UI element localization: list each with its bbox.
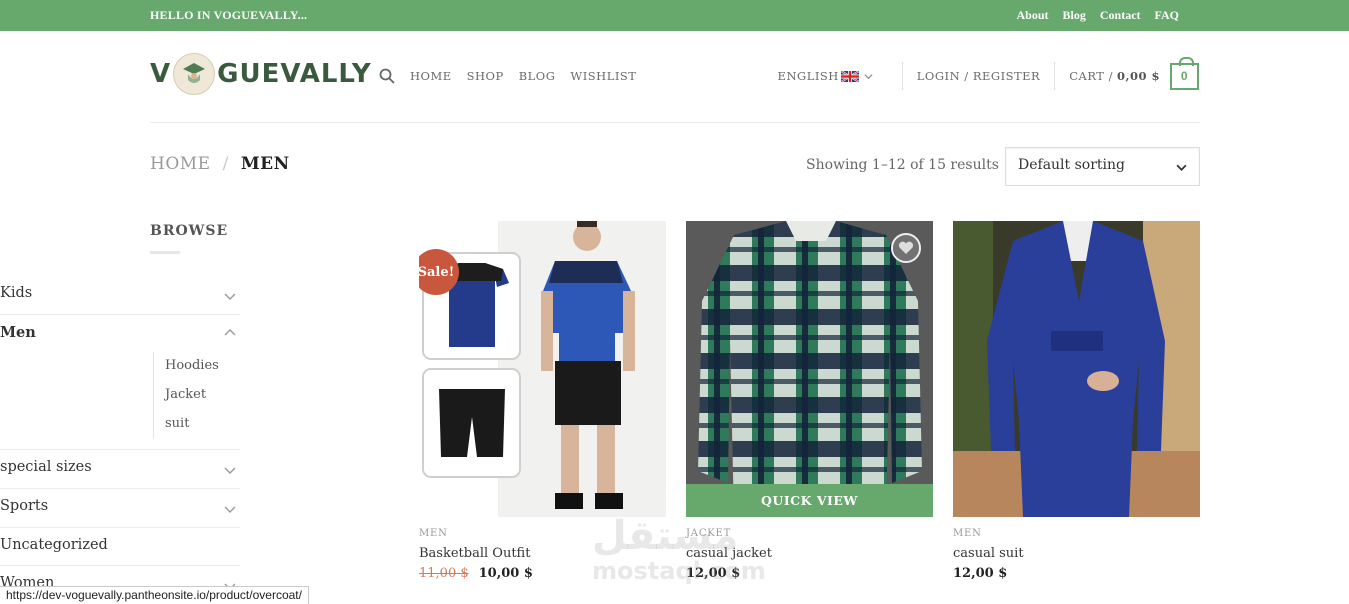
category-sidebar: BROWSE [150,223,390,254]
product-sale-price: 12,00 $ [686,566,741,581]
sorting-select[interactable]: Default sorting [1005,147,1200,186]
top-link-contact[interactable]: Contact [1100,8,1141,23]
product-category[interactable]: MEN [953,528,982,539]
sidebar-subitem-hoodies[interactable]: Hoodies [150,358,219,373]
product-photo [953,221,1200,517]
top-link-about[interactable]: About [1017,8,1049,23]
sidebar-item-kids[interactable]: Kids [0,285,240,301]
product-card [953,221,1200,517]
cart-label: CART / [1069,69,1113,83]
product-image-casual-jacket[interactable]: QUICK VIEW [686,221,933,517]
top-link-faq[interactable]: FAQ [1155,8,1179,23]
logo-text-left: V [150,59,172,89]
sidebar-item-sports[interactable]: Sports [0,488,240,514]
chevron-up-icon[interactable] [224,327,236,339]
chevron-down-icon [864,73,873,79]
product-sale-price: 10,00 $ [478,566,533,581]
product-price: 12,00 $ [686,566,740,581]
chevron-down-icon[interactable] [224,503,236,515]
breadcrumb: HOME / MEN [150,154,290,174]
product-sale-price: 12,00 $ [953,566,1008,581]
top-links: About Blog Contact FAQ [1017,8,1179,23]
sidebar-subitem-suit[interactable]: suit [150,416,189,431]
uk-flag-icon [840,70,859,82]
logo-emblem-icon [173,53,216,95]
sidebar-subitem-jacket[interactable]: Jacket [150,387,206,402]
sidebar-title-underline [150,251,180,254]
breadcrumb-current: MEN [240,154,290,174]
product-photo [686,221,933,517]
sidebar-item-uncategorized[interactable]: Uncategorized [0,527,240,553]
nav-blog[interactable]: BLOG [519,69,556,83]
login-register-link[interactable]: LOGIN / REGISTER [917,69,1040,83]
cart-bag-icon: 0 [1170,56,1199,90]
results-count: Showing 1–12 of 15 results [806,157,999,173]
breadcrumb-separator: / [222,154,229,174]
product-price: 12,00 $ [953,566,1007,581]
category-label: Sports [0,498,49,514]
product-name[interactable]: Basketball Outfit [419,546,530,561]
product-old-price: 11,00 $ [419,566,469,581]
nav-wishlist[interactable]: WISHLIST [570,69,636,83]
product-name[interactable]: casual suit [953,546,1024,561]
nav-shop[interactable]: SHOP [467,69,504,83]
category-label: Men [0,324,36,341]
product-category[interactable]: JACKET [686,528,731,539]
header-divider-line [150,122,1200,123]
language-label: ENGLISH [777,69,839,83]
breadcrumb-home[interactable]: HOME [150,154,211,174]
header-divider [1054,62,1056,90]
sidebar-item-special-sizes[interactable]: special sizes [0,449,240,475]
product-card: Sale! [419,221,666,517]
chevron-down-icon[interactable] [224,290,236,302]
cart-amount: 0,00 $ [1116,69,1160,83]
logo-text-right: GUEVALLY [217,59,372,89]
product-image-basketball-outfit[interactable]: Sale! [419,221,666,517]
top-bar: HELLO IN VOGUEVALLY... About Blog Contac… [0,0,1349,31]
cart-button[interactable]: CART / 0,00 $ 0 [1069,56,1199,90]
product-name[interactable]: casual jacket [686,546,772,561]
search-icon[interactable] [379,68,395,84]
sidebar-title: BROWSE [150,223,229,239]
chevron-down-icon [1176,164,1187,171]
quick-view-button[interactable]: QUICK VIEW [686,484,933,517]
product-category[interactable]: MEN [419,528,448,539]
category-label: Kids [0,285,33,301]
site-header: V GUEVALLY HOME SHOP BLOG WISHLIST ENGLI… [0,31,1349,122]
site-logo[interactable]: V GUEVALLY [150,53,372,95]
nav-home[interactable]: HOME [410,69,452,83]
welcome-text: HELLO IN VOGUEVALLY... [150,8,308,22]
wishlist-heart-icon[interactable] [891,233,921,263]
chevron-down-icon[interactable] [224,464,236,476]
sorting-selected-value: Default sorting [1018,157,1125,173]
language-switcher[interactable]: ENGLISH [778,69,888,83]
sidebar-item-men[interactable]: Men [0,314,240,341]
product-card: QUICK VIEW [686,221,933,517]
main-nav: HOME SHOP BLOG WISHLIST [410,69,636,83]
top-link-blog[interactable]: Blog [1063,8,1086,23]
category-label: special sizes [0,459,92,475]
header-right: ENGLISH LOGIN / REGISTER CART / 0,00 $ 0 [778,56,1199,92]
status-bar-url: https://dev-voguevally.pantheonsite.io/p… [0,586,309,604]
header-divider [901,62,903,90]
cart-count: 0 [1180,69,1189,83]
product-image-casual-suit[interactable] [953,221,1200,517]
product-price: 11,00 $ 10,00 $ [419,566,533,581]
category-label: Uncategorized [0,537,108,553]
